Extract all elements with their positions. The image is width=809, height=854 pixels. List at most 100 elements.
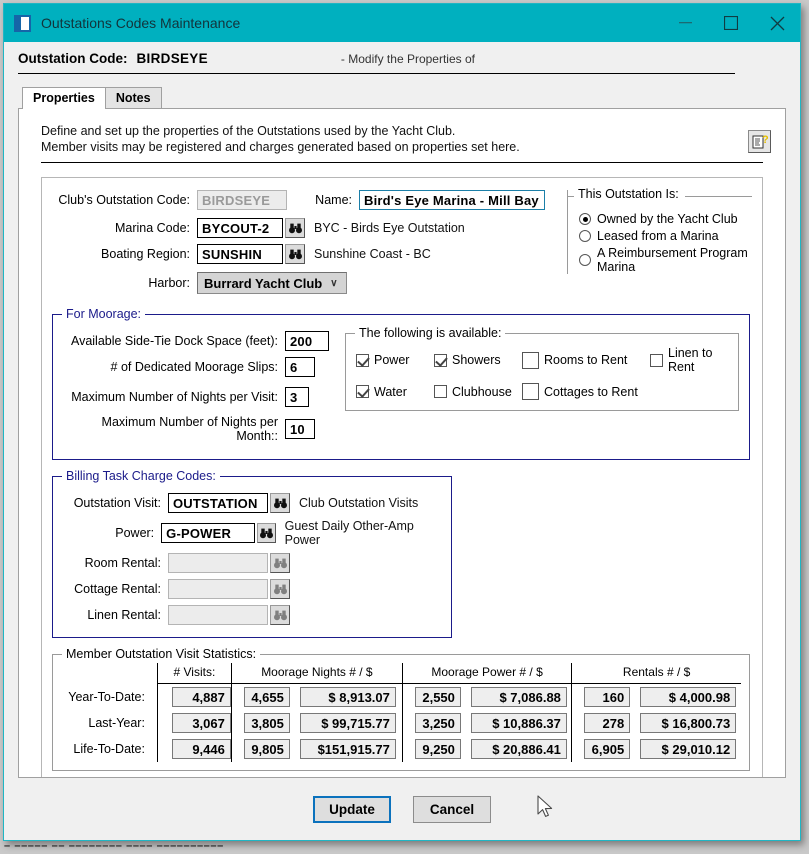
ltd-rentals-amount: $ 29,010.12 [640,739,736,759]
checkbox-label: Power [374,353,409,367]
last-year-moorage-power-count: 3,250 [415,713,461,733]
outstation-is-group: This Outstation Is: Owned by the Yacht C… [567,190,752,274]
marina-code-input[interactable]: BYCOUT-2 [197,218,283,238]
outstation-is-legend: This Outstation Is: [574,187,685,201]
billing-task-charge-codes-group: Billing Task Charge Codes: Outstation Vi… [52,476,452,638]
column-header-visits: # Visits: [157,663,231,684]
close-button[interactable] [754,4,800,42]
nights-per-month-label: Maximum Number of Nights per Month:: [63,415,285,443]
ytd-moorage-nights-amount: $ 8,913.07 [300,687,396,707]
nights-per-visit-input[interactable]: 3 [285,387,309,407]
name-input[interactable]: Bird's Eye Marina - Mill Bay [359,190,545,210]
tab-properties[interactable]: Properties [22,87,106,109]
ytd-rentals-count: 160 [584,687,630,707]
club-code-input: BIRDSEYE [197,190,287,210]
power-code-input[interactable]: G-POWER [161,523,255,543]
last-year-moorage-power-amount: $ 10,886.37 [471,713,567,733]
update-button[interactable]: Update [313,796,391,823]
linen-rental-input [168,605,268,625]
power-code-label: Power: [63,526,161,540]
ltd-visits: 9,446 [172,739,231,759]
ytd-moorage-power-amount: $ 7,086.88 [471,687,567,707]
boating-region-label: Boating Region: [42,247,197,261]
checkbox-water[interactable]: Water [356,385,434,399]
column-header-moorage-power: Moorage Power # / $ [402,663,571,684]
cottage-rental-label: Cottage Rental: [63,582,168,596]
table-header-row: # Visits: Moorage Nights # / $ Moorage P… [61,663,741,684]
radio-owned-by-yacht-club[interactable]: Owned by the Yacht Club [579,212,752,226]
checkbox-icon [522,352,539,369]
binoculars-icon[interactable] [285,244,305,264]
boating-region-description: Sunshine Coast - BC [314,247,431,261]
name-label: Name: [287,193,359,207]
outstation-code-label: Outstation Code: [18,51,128,66]
radio-label: A Reimbursement Program Marina [597,246,752,274]
binoculars-icon [270,605,290,625]
desktop-background: – ––––– –– –––––––– –––– –––––––––– Outs… [0,0,809,854]
harbor-select[interactable]: Burrard Yacht Club ∨ [197,272,347,294]
maximize-button[interactable] [708,4,754,42]
checkbox-clubhouse[interactable]: Clubhouse [434,385,522,399]
checkbox-power[interactable]: Power [356,353,434,367]
title-bar: Outstations Codes Maintenance [4,4,800,42]
room-rental-label: Room Rental: [63,556,168,570]
club-code-label: Club's Outstation Code: [42,193,197,207]
minimize-button[interactable] [662,4,708,42]
tab-notes[interactable]: Notes [105,87,162,108]
statistics-table: # Visits: Moorage Nights # / $ Moorage P… [61,663,741,762]
for-moorage-group: For Moorage: Available Side-Tie Dock Spa… [52,314,750,460]
binoculars-icon[interactable] [270,493,290,513]
checkbox-icon [434,385,447,398]
boating-region-input[interactable]: SUNSHIN [197,244,283,264]
member-visit-statistics-group: Member Outstation Visit Statistics: # Vi… [52,654,750,771]
checkbox-icon [522,383,539,400]
harbor-label: Harbor: [42,276,197,290]
intro-line-1: Define and set up the properties of the … [41,123,785,139]
cancel-button[interactable]: Cancel [413,796,491,823]
last-year-visits: 3,067 [172,713,231,733]
radio-reimbursement-program-marina[interactable]: A Reimbursement Program Marina [579,246,752,274]
row-label-last-year: Last-Year: [61,710,157,736]
mouse-cursor [537,795,555,826]
outstations-codes-maintenance-window: Outstations Codes Maintenance Outstation… [3,3,801,841]
radio-leased-from-marina[interactable]: Leased from a Marina [579,229,752,243]
ltd-rentals-count: 6,905 [584,739,630,759]
table-row: Year-To-Date: 4,887 4,655 $ 8,913.07 [61,684,741,711]
marina-code-label: Marina Code: [42,221,197,235]
last-year-rentals-count: 278 [584,713,630,733]
column-header-rentals: Rentals # / $ [572,663,741,684]
radio-dot-icon [579,254,591,266]
row-label-ytd: Year-To-Date: [61,684,157,711]
help-question-icon[interactable]: ? [748,130,771,153]
binoculars-icon[interactable] [257,523,276,543]
checkbox-showers[interactable]: Showers [434,353,522,367]
intro-line-2: Member visits may be registered and char… [41,139,785,155]
svg-text:?: ? [762,134,768,146]
checkbox-cottages-to-rent[interactable]: Cottages to Rent [522,383,650,400]
ltd-moorage-nights-count: 9,805 [244,739,290,759]
ytd-moorage-nights-count: 4,655 [244,687,290,707]
checkbox-rooms-to-rent[interactable]: Rooms to Rent [522,352,650,369]
checkbox-linen-to-rent[interactable]: Linen to Rent [650,346,730,374]
checkbox-icon [356,354,369,367]
binoculars-icon[interactable] [285,218,305,238]
column-header-moorage-nights: Moorage Nights # / $ [231,663,402,684]
outstation-visit-label: Outstation Visit: [63,496,168,510]
intro-text: Define and set up the properties of the … [19,109,785,155]
outstation-visit-input[interactable]: OUTSTATION [168,493,268,513]
row-label-header [61,663,157,684]
power-code-description: Guest Daily Other-Amp Power [285,519,441,547]
for-moorage-legend: For Moorage: [62,307,145,321]
row-label-life-to-date: Life-To-Date: [61,736,157,762]
ltd-moorage-power-amount: $ 20,886.41 [471,739,567,759]
checkbox-icon [356,385,369,398]
dock-space-input[interactable]: 200 [285,331,329,351]
checkbox-icon [650,354,663,367]
available-amenities-legend: The following is available: [355,326,505,340]
nights-per-month-input[interactable]: 10 [285,419,315,439]
checkbox-label: Clubhouse [452,385,512,399]
moorage-slips-input[interactable]: 6 [285,357,315,377]
checkbox-label: Water [374,385,407,399]
binoculars-icon [270,553,290,573]
moorage-slips-label: # of Dedicated Moorage Slips: [63,360,285,374]
